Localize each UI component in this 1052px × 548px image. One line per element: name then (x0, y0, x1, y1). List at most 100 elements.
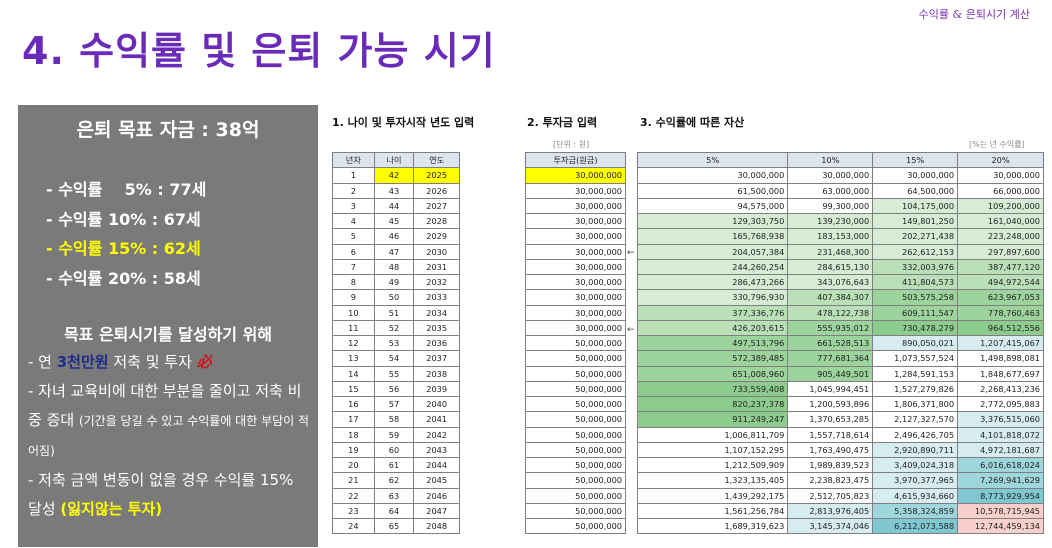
cell-age: 64 (373, 502, 415, 520)
cell-asset-5pct: 1,323,135,405 (636, 472, 789, 489)
table-row: 12 53 2036 (332, 334, 460, 352)
cell-asset-5pct: 1,107,152,295 (636, 441, 789, 459)
cell-principal: 30,000,000 (525, 258, 626, 276)
cell-year-index: 15 (332, 380, 375, 398)
cell-asset-10pct: 284,615,130 (787, 258, 874, 276)
table-row: 244,260,254 284,615,130 332,003,976 387,477… (636, 258, 1044, 276)
table-row: 30,000,000 (525, 289, 626, 306)
cell-age: 61 (373, 456, 415, 474)
cell-asset-15pct: 3,409,024,318 (872, 456, 959, 474)
table-row: 50,000,000 (525, 426, 626, 443)
cell-age: 50 (373, 289, 415, 306)
cell-age: 57 (373, 395, 415, 413)
cell-asset-5pct: 820,237,378 (636, 395, 789, 413)
cell-year-index: 22 (332, 487, 375, 504)
table-row: 377,336,776 478,122,738 609,111,547 778,760… (636, 304, 1044, 321)
table-row: 16 57 2040 (332, 395, 460, 413)
cell-asset-5pct: 1,439,292,175 (636, 487, 789, 504)
header-tag: 수익률 & 은퇴시기 계산 (918, 8, 1030, 21)
rate-item-5: - 수익률 5% : 77세 (46, 180, 207, 199)
cell-year-index: 4 (332, 212, 375, 230)
cell-asset-20pct: 2,268,413,236 (957, 380, 1044, 398)
cell-asset-20pct: 7,269,941,629 (957, 472, 1044, 489)
cell-asset-5pct: 911,249,247 (636, 411, 789, 428)
goal-line-3: - 저축 금액 변동이 없을 경우 수익률 15% 달성 (잃지않는 투자) (28, 466, 310, 524)
table-row: 7 48 2031 (332, 258, 460, 276)
rate-item-10: - 수익률 10% : 67세 (46, 209, 201, 229)
cell-principal: 30,000,000 (525, 319, 626, 337)
table-row: 129,303,750 139,230,000 149,801,250 161,040… (636, 212, 1044, 230)
cell-asset-20pct: 109,200,000 (957, 197, 1044, 215)
col-header-15pct: 15% (872, 151, 959, 169)
col-header-5pct: 5% (636, 151, 789, 169)
cell-year-index: 23 (332, 502, 375, 520)
cell-asset-15pct: 149,801,250 (872, 212, 959, 230)
cell-asset-5pct: 1,006,811,709 (636, 426, 789, 443)
cell-year-index: 12 (332, 334, 375, 352)
cell-year-index: 19 (332, 441, 375, 459)
cell-year-index: 14 (332, 365, 375, 382)
cell-asset-20pct: 1,207,415,067 (957, 334, 1044, 352)
cell-asset-10pct: 231,468,300 (787, 243, 874, 260)
cell-asset-15pct: 262,612,153 (872, 243, 959, 260)
table-row: 30,000,000 (525, 228, 626, 245)
cell-asset-10pct: 905,449,501 (787, 365, 874, 382)
cell-principal: 50,000,000 (525, 441, 626, 459)
table-row: 50,000,000 (525, 487, 626, 504)
age-table: 년차 나이 연도 1 42 2025 2 43 2026 3 44 2027 4 45 2028 5 46… (332, 151, 460, 535)
table-row: 30,000,000 (525, 197, 626, 215)
goal-line-1-amount: 3천만원 (56, 353, 109, 371)
cell-asset-15pct: 104,175,000 (872, 197, 959, 215)
cell-age: 47 (373, 243, 415, 260)
cell-principal: 50,000,000 (525, 502, 626, 520)
table-row: 6 47 2030 (332, 243, 460, 260)
cell-asset-20pct: 1,498,898,081 (957, 350, 1044, 367)
cell-asset-20pct: 387,477,120 (957, 258, 1044, 276)
table-row: 15 56 2039 (332, 380, 460, 398)
table-row: 1,006,811,709 1,557,718,614 2,496,426,705 4… (636, 426, 1044, 443)
cell-year: 2034 (413, 304, 460, 321)
table-row: 1,689,319,623 3,145,374,046 6,212,073,588 1… (636, 517, 1044, 535)
cell-year-index: 16 (332, 395, 375, 413)
cell-asset-20pct: 30,000,000 (957, 167, 1044, 184)
cell-age: 49 (373, 273, 415, 291)
asset-table: 5% 10% 15% 20% 30,000,000 30,000,000 30,00… (636, 151, 1044, 535)
cell-age: 54 (373, 350, 415, 367)
goal-line-1: - 연 3천만원 저축 및 투자 必 (28, 348, 310, 377)
table-row: 23 64 2047 (332, 502, 460, 520)
cell-asset-10pct: 661,528,513 (787, 334, 874, 352)
cell-year: 2025 (413, 167, 460, 184)
cell-asset-10pct: 1,763,490,475 (787, 441, 874, 459)
table-row: 1,323,135,405 2,238,823,475 3,970,377,965 7… (636, 472, 1044, 489)
cell-year-index: 5 (332, 228, 375, 245)
cell-year-index: 7 (332, 258, 375, 276)
goal-line-3-emphasis: (잃지않는 투자) (60, 500, 163, 518)
cell-asset-20pct: 4,101,818,072 (957, 426, 1044, 443)
cell-age: 58 (373, 411, 415, 428)
table-row: 13 54 2037 (332, 350, 460, 367)
cell-asset-10pct: 63,000,000 (787, 182, 874, 199)
col-header-20pct: 20% (957, 151, 1044, 169)
section-age-input: 1. 나이 및 투자시작 년도 입력 (332, 116, 475, 129)
col-header-year: 연도 (413, 151, 460, 169)
table-row: 1 42 2025 (332, 167, 460, 184)
cell-year-index: 3 (332, 197, 375, 215)
cell-asset-15pct: 730,478,279 (872, 319, 959, 337)
cell-asset-20pct: 223,248,000 (957, 228, 1044, 245)
table-row: 4 45 2028 (332, 212, 460, 230)
cell-principal: 30,000,000 (525, 197, 626, 215)
cell-year-index: 20 (332, 456, 375, 474)
table-row: 5 46 2029 (332, 228, 460, 245)
cell-asset-5pct: 497,513,796 (636, 334, 789, 352)
rate-list: - 수익률 5% : 77세 - 수익률 10% : 67세 - 수익률 15%… (46, 175, 206, 293)
cell-year: 2039 (413, 380, 460, 398)
cell-asset-5pct: 30,000,000 (636, 167, 789, 184)
cell-principal: 30,000,000 (525, 212, 626, 230)
cell-asset-15pct: 332,003,976 (872, 258, 959, 276)
goal-line-2: - 자녀 교육비에 대한 부분을 줄이고 저축 비중 증대 (기간을 당길 수 … (28, 377, 310, 466)
cell-year-index: 8 (332, 273, 375, 291)
cell-asset-20pct: 12,744,459,134 (957, 517, 1044, 535)
cell-asset-15pct: 5,358,324,859 (872, 502, 959, 520)
cell-asset-5pct: 426,203,615 (636, 319, 789, 337)
cell-asset-5pct: 377,336,776 (636, 304, 789, 321)
